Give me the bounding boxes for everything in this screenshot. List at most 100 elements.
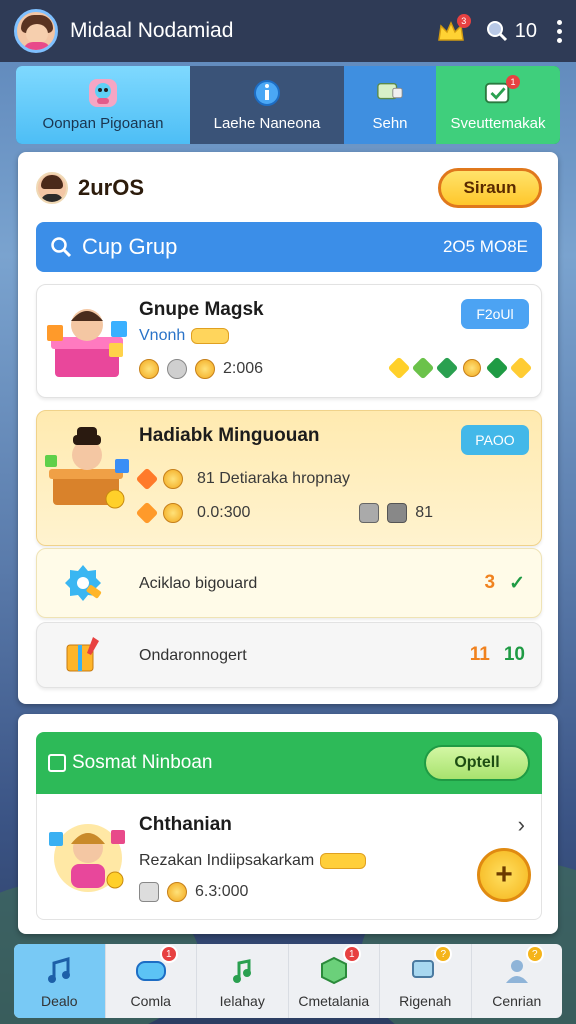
item-subtitle: Vnonh (139, 327, 230, 345)
entry-name: Chthanian (139, 814, 232, 835)
nav-label: Cenrian (492, 993, 542, 1009)
nav-label: Cmetalania (298, 993, 370, 1009)
chat-bubble-icon: ? (408, 945, 453, 987)
item-line: 0.0:300 (135, 501, 250, 525)
sun-icon (463, 359, 481, 377)
item-stats: 2:006 (139, 359, 263, 379)
tab-laehe[interactable]: Laehe Naneona (190, 66, 344, 144)
entry-desc: Rezakan Indiipsakarkam (139, 852, 367, 870)
nav-label: Ielahay (219, 993, 265, 1009)
music-note-icon (225, 953, 259, 987)
box-icon (387, 503, 408, 523)
gift-box-character-icon (47, 309, 127, 377)
item-tag[interactable]: PAOO (461, 425, 529, 455)
group-search-bar[interactable]: Cup Grup 2O5 MO8E (36, 222, 542, 272)
tab-label: Sveuttemakak (450, 114, 546, 132)
nav-ielahay[interactable]: Ielahay (197, 944, 289, 1018)
tab-sveuttemakak[interactable]: 1 Sveuttemakak (436, 66, 560, 144)
gift-alert-icon (66, 637, 99, 672)
social-header: Sosmat Ninboan Optell (36, 732, 542, 794)
optell-button[interactable]: Optell (424, 745, 530, 781)
search-label: Cup Grup (82, 234, 178, 259)
top-bar: Midaal Nodamiad 3 10 (0, 0, 576, 62)
character-gift-icon (49, 824, 125, 892)
stat-value: 2:006 (223, 360, 264, 377)
social-card: Sosmat Ninboan Optell Chthanian Rezakan … (18, 714, 558, 934)
entry-stats: 6.3:000 (139, 882, 248, 902)
profile-icon: ? (500, 945, 544, 987)
list-item-aciklao[interactable]: Aciklao bigouard 3 ✓ (36, 548, 542, 618)
notification-badge: 3 (456, 14, 471, 28)
nav-label: Dealo (40, 993, 78, 1009)
chat-icon (376, 79, 404, 107)
tab-label: Laehe Naneona (213, 114, 321, 132)
item-meta: 81 (359, 503, 433, 523)
coin-icon (139, 359, 159, 379)
gear-badge-icon (65, 565, 102, 601)
nav-cmetalania[interactable]: 1 Cmetalania (289, 944, 380, 1018)
item-line: 81 Detiaraka hropnay (135, 467, 350, 491)
info-icon (253, 79, 281, 107)
item-status: 3 ✓ (484, 572, 526, 594)
reward-icons (387, 356, 533, 380)
main-card: 2urOS Siraun Cup Grup 2O5 MO8E Gnupe Mag… (18, 152, 558, 704)
controller-icon: 1 (134, 945, 178, 987)
cube-icon: 1 (317, 945, 361, 987)
trophy-icon (195, 359, 215, 379)
nav-comla[interactable]: 1 Comla (106, 944, 197, 1018)
tab-oonpan[interactable]: Oonpan Pigoanan (16, 66, 190, 144)
coin-icon (167, 882, 187, 902)
bottom-nav: Dealo 1 Comla Ielahay 1 Cmetalania ? Rig… (14, 944, 562, 1018)
list-item-ondaron[interactable]: Ondaronnogert 11 10 (36, 622, 542, 688)
item-status: 11 10 (469, 644, 525, 665)
search-count: 10 (514, 19, 537, 42)
user-avatar[interactable] (14, 9, 58, 53)
nav-label: Rigenah (399, 993, 452, 1009)
username: Midaal Nodamiad (70, 19, 234, 42)
item-label: Ondaronnogert (139, 647, 247, 664)
item-label: Aciklao bigouard (139, 575, 258, 592)
search-counter[interactable]: 10 (485, 19, 537, 43)
message-alert-icon: 1 (484, 74, 520, 107)
chevron-right-icon[interactable]: › (518, 812, 525, 838)
music-icon (42, 953, 76, 987)
nav-dealo[interactable]: Dealo (14, 944, 106, 1018)
treasure-character-icon (45, 427, 129, 509)
crown-icon[interactable]: 3 (437, 14, 471, 42)
tab-bar: Oonpan Pigoanan Laehe Naneona Sehn 1 Sve… (16, 66, 560, 144)
tab-label: Oonpan Pigoanan (42, 114, 164, 132)
checkbox-icon (48, 754, 66, 772)
sun-icon (163, 469, 183, 489)
item-title: Gnupe Magsk (139, 299, 264, 320)
more-menu-icon[interactable] (557, 19, 562, 43)
nav-label: Comla (130, 993, 171, 1009)
player-count: 2urOS (78, 175, 145, 200)
nav-cenrian[interactable]: ? Cenrian (472, 944, 563, 1018)
social-title: Sosmat Ninboan (72, 752, 213, 773)
coin-icon (163, 503, 183, 523)
star-icon (135, 467, 159, 491)
medal-icon (167, 359, 187, 379)
character-icon (89, 78, 117, 107)
add-action-button[interactable]: + (477, 848, 531, 902)
star-icon (135, 501, 159, 525)
tab-badge: 1 (506, 74, 520, 89)
list-item-gnupe[interactable]: Gnupe Magsk Vnonh F2oUl 2:006 (36, 284, 542, 398)
spark-icon (509, 356, 533, 380)
tab-sehn[interactable]: Sehn (344, 66, 436, 144)
leaf-icon (411, 356, 435, 380)
star-icon (387, 356, 411, 380)
gem-icon (435, 356, 459, 380)
search-icon (486, 21, 507, 42)
bag-icon (139, 882, 159, 902)
nav-rigenah[interactable]: ? Rigenah (380, 944, 472, 1018)
social-entry[interactable]: Chthanian Rezakan Indiipsakarkam 6.3:000… (36, 794, 542, 920)
player-avatar[interactable] (36, 172, 68, 204)
item-title: Hadiabk Minguouan (139, 425, 320, 446)
siraun-button[interactable]: Siraun (438, 168, 542, 208)
item-tag[interactable]: F2oUl (461, 299, 529, 329)
bag-icon (359, 503, 380, 523)
list-item-hadiabk[interactable]: Hadiabk Minguouan PAOO 81 Detiaraka hrop… (36, 410, 542, 546)
emerald-icon (485, 356, 509, 380)
search-result-count: 2O5 MO8E (442, 237, 528, 256)
